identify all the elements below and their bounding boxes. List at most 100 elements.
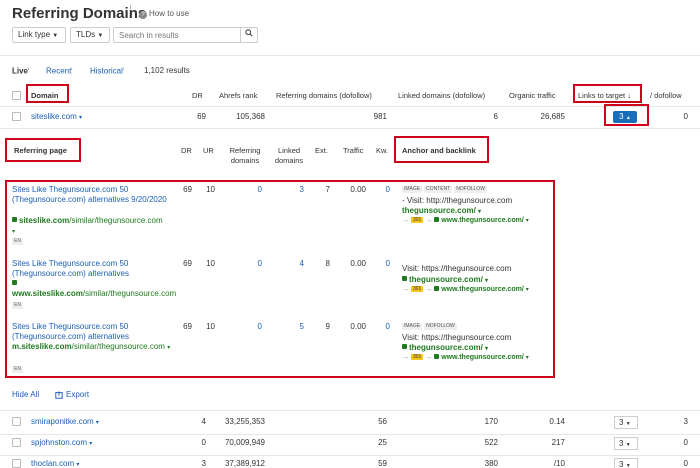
anchor-text: - Visit: http://thegunsource.com [402, 196, 513, 205]
table-row: spjohnston.com ▾ 0 70,009,949 25 522 217… [0, 436, 700, 454]
backlink-ur: 10 [206, 322, 215, 331]
tab-recent[interactable]: Recenti [46, 66, 72, 76]
redirect-chain: → 301 → www.thegunsource.com/ ▾ [402, 216, 529, 224]
subcol-ext[interactable]: Ext. [315, 146, 328, 155]
chevron-down-icon: ▼ [97, 33, 104, 39]
lock-icon [434, 285, 440, 291]
how-to-use-link[interactable]: ? How to use [139, 9, 189, 19]
backlink-traffic: 0.00 [350, 185, 366, 194]
row-checkbox[interactable] [12, 438, 21, 447]
column-dr[interactable]: DR [192, 91, 203, 100]
backlink-row: Sites Like Thegunsource.com 50 (Thegunso… [12, 322, 552, 376]
expanded-ahrefs-rank: 105,368 [236, 112, 265, 121]
subcol-linked-domains[interactable]: Linked domains [271, 146, 307, 166]
referring-page-url[interactable]: m.siteslike.com/similar/thegunsource.com… [12, 342, 172, 353]
row-organic-traffic: 217 [551, 438, 565, 447]
domain-link[interactable]: smiraponitke.com ▾ [31, 417, 99, 426]
row-ahrefs-rank: 33,255,353 [224, 417, 265, 426]
row-checkbox[interactable] [12, 459, 21, 468]
column-dofollow[interactable]: / dofollow [650, 91, 682, 100]
row-checkbox[interactable] [12, 417, 21, 426]
link-type-dropdown[interactable]: Link type ▼ [12, 27, 66, 43]
search-button[interactable] [240, 27, 258, 43]
tlds-dropdown[interactable]: TLDs ▼ [70, 27, 110, 43]
language-badge: EN [12, 238, 23, 245]
table-row: thoclan.com ▾ 3 37,389,912 59 380 /10 3 … [0, 457, 700, 468]
backlink-dr: 69 [183, 322, 192, 331]
backlink-tags: IMAGE CONTENT NOFOLLOW [402, 185, 489, 194]
backlink-kw[interactable]: 0 [372, 322, 390, 331]
chevron-down-icon: ▾ [167, 345, 171, 351]
chevron-down-icon: ▾ [525, 287, 529, 293]
column-organic-traffic[interactable]: Organic traffic [509, 91, 556, 100]
help-icon: ? [139, 11, 147, 19]
redirect-code-badge: 301 [410, 286, 424, 293]
backlink-kw[interactable]: 0 [372, 259, 390, 268]
tab-historical[interactable]: Historicali [90, 66, 124, 76]
lock-icon [434, 216, 440, 222]
backlink-kw[interactable]: 0 [372, 185, 390, 194]
expanded-dofollow: 0 [683, 112, 688, 121]
subcol-kw[interactable]: Kw. [376, 146, 388, 155]
backlink-ref-domains[interactable]: 0 [244, 259, 262, 268]
subcol-traffic[interactable]: Traffic [343, 146, 363, 155]
expanded-linked-domains: 6 [493, 112, 498, 121]
backlink-ext: 8 [325, 259, 330, 268]
column-linked-domains[interactable]: Linked domains (dofollow) [398, 91, 485, 100]
links-dropdown[interactable]: 3 ▼ [614, 437, 638, 450]
subcol-ur[interactable]: UR [203, 146, 214, 155]
referring-page-url[interactable]: siteslike.com/similar/thegunsource.com ▾ [12, 216, 172, 237]
domain-link[interactable]: spjohnston.com ▾ [31, 438, 92, 447]
language-badge: EN [12, 366, 23, 373]
chevron-down-icon: ▾ [76, 462, 80, 468]
target-url[interactable]: thegunsource.com/ ▾ [402, 343, 488, 352]
target-url[interactable]: thegunsource.com/ ▾ [402, 206, 481, 215]
search-input[interactable] [113, 27, 241, 43]
tab-live[interactable]: Livei [12, 66, 29, 76]
redirect-chain: → 301 → www.thegunsource.com/ ▾ [402, 353, 529, 361]
row-linked-domains: 522 [484, 438, 498, 447]
backlink-linked-domains[interactable]: 4 [286, 259, 304, 268]
links-dropdown[interactable]: 3 ▼ [614, 458, 638, 468]
referring-page-title[interactable]: Sites Like Thegunsource.com 50 (Thegunso… [12, 185, 172, 205]
row-dr: 3 [201, 459, 206, 468]
row-dofollow: 3 [683, 417, 688, 426]
export-button[interactable]: Export [55, 390, 89, 399]
links-dropdown[interactable]: 3 ▼ [614, 416, 638, 429]
subcol-dr[interactable]: DR [181, 146, 192, 155]
chevron-down-icon: ▾ [95, 420, 99, 426]
backlink-linked-domains[interactable]: 5 [286, 322, 304, 331]
referring-page-url[interactable]: www.siteslike.com/similar/thegunsource.c… [12, 279, 176, 310]
chevron-down-icon: ▾ [12, 229, 16, 235]
domain-link[interactable]: thoclan.com ▾ [31, 459, 79, 468]
chevron-down-icon: ▼ [625, 442, 631, 448]
backlink-ref-domains[interactable]: 0 [244, 322, 262, 331]
lock-icon [12, 280, 17, 286]
backlink-linked-domains[interactable]: 3 [286, 185, 304, 194]
column-referring-domains[interactable]: Referring domains (dofollow) [276, 91, 372, 100]
chevron-down-icon: ▾ [525, 355, 529, 361]
hide-all-link[interactable]: Hide All [12, 390, 39, 399]
chevron-down-icon: ▼ [625, 421, 631, 427]
target-url[interactable]: thegunsource.com/ ▾ [402, 275, 488, 284]
redirect-target-url[interactable]: www.thegunsource.com/ [441, 354, 524, 361]
row-ref-domains: 59 [378, 459, 387, 468]
backlink-ref-domains[interactable]: 0 [244, 185, 262, 194]
redirect-target-url[interactable]: www.thegunsource.com/ [441, 286, 524, 293]
lock-icon [434, 353, 440, 359]
expanded-domain-link[interactable]: siteslike.com ▾ [31, 112, 82, 121]
backlink-ext: 9 [325, 322, 330, 331]
search-icon [245, 29, 253, 37]
row-checkbox[interactable] [12, 112, 21, 121]
expanded-dr: 69 [197, 112, 206, 121]
row-ref-domains: 25 [378, 438, 387, 447]
row-ref-domains: 56 [378, 417, 387, 426]
referring-page-title[interactable]: Sites Like Thegunsource.com 50 (Thegunso… [12, 322, 172, 342]
select-all-checkbox[interactable] [12, 91, 21, 100]
redirect-target-url[interactable]: www.thegunsource.com/ [441, 217, 524, 224]
row-dofollow: 0 [683, 438, 688, 447]
column-ahrefs-rank[interactable]: Ahrefs rank [219, 91, 257, 100]
backlink-row: Sites Like Thegunsource.com 50 (Thegunso… [12, 259, 552, 313]
subcol-ref-domains[interactable]: Referring domains [228, 146, 262, 166]
referring-page-title[interactable]: Sites Like Thegunsource.com 50 (Thegunso… [12, 259, 172, 279]
